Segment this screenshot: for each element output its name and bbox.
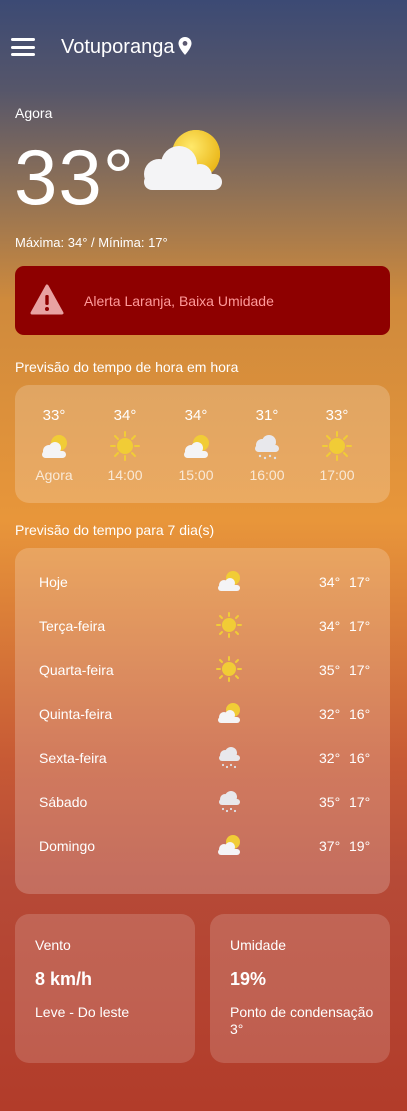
day-min: 19° — [349, 838, 371, 854]
day-max: 37° — [319, 838, 341, 854]
day-max: 35° — [319, 662, 341, 678]
day-name: Sexta-feira — [39, 750, 107, 766]
rain-cloud-icon — [255, 435, 279, 460]
city-name[interactable]: Votuporanga — [61, 36, 174, 59]
day-min: 17° — [349, 574, 371, 590]
day-max: 34° — [319, 574, 341, 590]
sun-icon — [216, 612, 242, 638]
alert-text: Alerta Laranja, Baixa Umidade — [84, 293, 274, 309]
day-name: Terça-feira — [39, 618, 106, 634]
hour-label: 16:00 — [249, 467, 285, 483]
day-min: 17° — [349, 618, 371, 634]
wind-card[interactable]: Vento 8 km/h Leve - Do leste — [15, 914, 195, 1063]
warning-icon — [30, 284, 64, 315]
weather-alert[interactable]: Alerta Laranja, Baixa Umidade — [15, 266, 390, 335]
sun-behind-cloud-icon — [218, 571, 240, 591]
day-min: 17° — [349, 794, 371, 810]
hour-temp: 33° — [42, 407, 66, 424]
hourly-forecast-card[interactable]: 33° Agora 34° 14:00 34° 15:00 31° 16:00 … — [15, 385, 390, 503]
daily-row[interactable]: Hoje 34° 17° — [15, 568, 390, 598]
top-bar: Votuporanga — [0, 28, 407, 68]
hour-label: 17:00 — [319, 467, 355, 483]
current-label: Agora — [15, 105, 53, 121]
day-max: 32° — [319, 750, 341, 766]
sun-behind-cloud-icon — [184, 435, 209, 458]
hourly-title: Previsão do tempo de hora em hora — [15, 359, 239, 375]
humidity-description: Ponto de condensação 3° — [230, 1004, 374, 1037]
wind-title: Vento — [35, 937, 71, 953]
day-min: 16° — [349, 706, 371, 722]
daily-row[interactable]: Domingo 37° 19° — [15, 832, 390, 862]
daily-row[interactable]: Sexta-feira 32° 16° — [15, 744, 390, 774]
current-minmax: Máxima: 34° / Mínima: 17° — [15, 235, 168, 250]
daily-row[interactable]: Quinta-feira 32° 16° — [15, 700, 390, 730]
hour-temp: 33° — [325, 407, 349, 424]
hour-temp: 34° — [113, 407, 137, 424]
hour-label: 14:00 — [107, 467, 143, 483]
wind-value: 8 km/h — [35, 969, 93, 989]
sun-behind-cloud-icon — [144, 130, 222, 190]
hour-label: 15:00 — [178, 467, 214, 483]
day-max: 34° — [319, 618, 341, 634]
daily-title: Previsão do tempo para 7 dia(s) — [15, 522, 215, 538]
sun-icon — [110, 431, 140, 461]
location-pin-icon[interactable] — [178, 37, 192, 55]
humidity-card[interactable]: Umidade 19% Ponto de condensação 3° — [210, 914, 390, 1063]
sun-icon — [322, 431, 352, 461]
day-name: Sábado — [39, 794, 88, 810]
rain-cloud-icon — [219, 791, 240, 813]
day-min: 17° — [349, 662, 371, 678]
daily-forecast-card[interactable]: Hoje 34° 17° Terça-feira 34° 17° Quarta-… — [15, 548, 390, 894]
day-min: 16° — [349, 750, 371, 766]
day-max: 32° — [319, 706, 341, 722]
day-name: Quarta-feira — [39, 662, 114, 678]
sun-icon — [216, 656, 242, 682]
humidity-title: Umidade — [230, 937, 287, 953]
daily-row[interactable]: Quarta-feira 35° 17° — [15, 656, 390, 686]
sun-behind-cloud-icon — [218, 703, 240, 723]
sun-behind-cloud-icon — [42, 435, 67, 458]
humidity-value: 19% — [230, 969, 267, 989]
daily-row[interactable]: Terça-feira 34° 17° — [15, 612, 390, 642]
hour-label: Agora — [35, 467, 73, 483]
day-name: Quinta-feira — [39, 706, 113, 722]
day-name: Hoje — [39, 574, 68, 590]
day-max: 35° — [319, 794, 341, 810]
daily-row[interactable]: Sábado 35° 17° — [15, 788, 390, 818]
wind-description: Leve - Do leste — [35, 1004, 130, 1020]
day-name: Domingo — [39, 838, 96, 854]
rain-cloud-icon — [219, 747, 240, 769]
current-temperature: 33° — [14, 133, 135, 221]
hour-temp: 34° — [184, 407, 208, 424]
sun-behind-cloud-icon — [218, 835, 240, 855]
menu-icon[interactable] — [11, 38, 35, 56]
hour-temp: 31° — [255, 407, 279, 424]
